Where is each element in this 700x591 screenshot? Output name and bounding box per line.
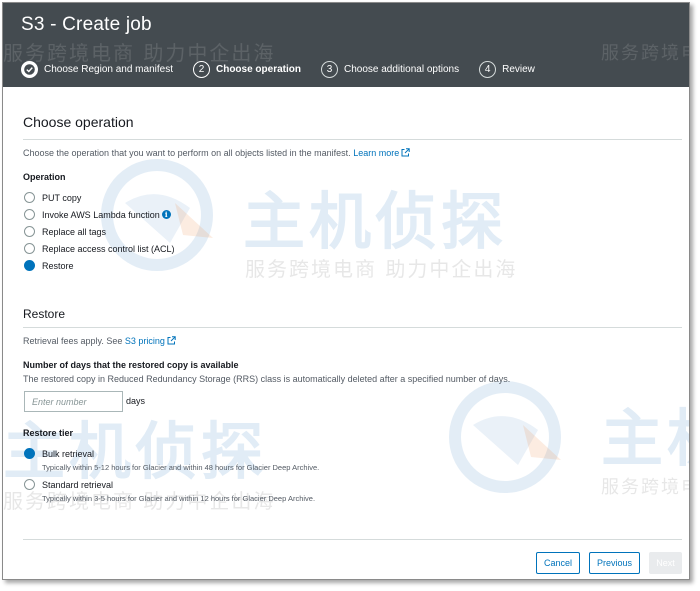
learn-more-link[interactable]: Learn more bbox=[353, 148, 410, 158]
retrieval-fees-text: Retrieval fees apply. See S3 pricing bbox=[23, 336, 176, 346]
cancel-button[interactable]: Cancel bbox=[536, 552, 580, 574]
radio-replace-acl[interactable]: Replace access control list (ACL) bbox=[24, 243, 175, 254]
external-link-icon bbox=[167, 336, 176, 345]
radio-bulk-retrieval[interactable]: Bulk retrieval bbox=[24, 448, 94, 459]
radio-standard-retrieval[interactable]: Standard retrieval bbox=[24, 479, 113, 490]
radio-button[interactable] bbox=[24, 226, 35, 237]
step-additional-options[interactable]: 3 Choose additional options bbox=[321, 60, 460, 78]
next-button[interactable]: Next bbox=[649, 552, 682, 574]
radio-button[interactable] bbox=[24, 243, 35, 254]
watermark-logo-icon bbox=[443, 375, 573, 505]
step-label: Review bbox=[502, 63, 535, 75]
radio-button-selected[interactable] bbox=[24, 260, 35, 271]
radio-button[interactable] bbox=[24, 479, 35, 490]
divider bbox=[23, 139, 682, 140]
radio-button-selected[interactable] bbox=[24, 448, 35, 459]
restore-tier-label: Restore tier bbox=[23, 428, 74, 438]
watermark-slogan: 服务跨境电商 助力中企出海 bbox=[601, 43, 689, 64]
section-title-restore: Restore bbox=[23, 307, 66, 321]
days-unit: days bbox=[126, 396, 146, 406]
external-link-icon bbox=[401, 148, 410, 157]
check-icon bbox=[21, 60, 38, 78]
radio-put-copy[interactable]: PUT copy bbox=[24, 192, 81, 203]
step-label: Choose additional options bbox=[344, 63, 460, 75]
step-choose-region[interactable]: Choose Region and manifest bbox=[21, 60, 173, 78]
info-icon[interactable]: i bbox=[161, 210, 171, 219]
operation-label: Operation bbox=[23, 172, 66, 182]
create-job-window: S3 - Create job Choose Region and manife… bbox=[2, 2, 690, 580]
previous-button[interactable]: Previous bbox=[589, 552, 640, 574]
step-review[interactable]: 4 Review bbox=[479, 60, 535, 78]
step-label: Choose Region and manifest bbox=[44, 63, 173, 75]
days-input[interactable] bbox=[24, 391, 123, 412]
step-number: 2 bbox=[192, 60, 210, 78]
radio-button[interactable] bbox=[24, 209, 35, 220]
watermark-slogan: 服务跨境电商 助力中企出海 bbox=[245, 257, 518, 281]
divider bbox=[23, 327, 682, 328]
radio-replace-tags[interactable]: Replace all tags bbox=[24, 226, 106, 237]
radio-invoke-lambda[interactable]: Invoke AWS Lambda function i bbox=[24, 209, 171, 220]
section-title-choose-operation: Choose operation bbox=[23, 114, 134, 130]
days-description: The restored copy in Reduced Redundancy … bbox=[23, 374, 511, 384]
page-title: S3 - Create job bbox=[21, 14, 152, 35]
footer-divider bbox=[23, 539, 682, 540]
days-label: Number of days that the restored copy is… bbox=[23, 360, 239, 370]
wizard-steps: Choose Region and manifest 2 Choose oper… bbox=[21, 59, 555, 79]
radio-button[interactable] bbox=[24, 192, 35, 203]
watermark-slogan: 服务跨境电商 助力中企出海 bbox=[601, 477, 689, 498]
standard-retrieval-description: Typically within 3-5 hours for Glacier a… bbox=[42, 494, 316, 503]
watermark-brand: 主机侦探 bbox=[601, 402, 689, 475]
operation-description: Choose the operation that you want to pe… bbox=[23, 148, 410, 158]
page-header: S3 - Create job Choose Region and manife… bbox=[3, 3, 689, 87]
radio-restore[interactable]: Restore bbox=[24, 260, 74, 271]
watermark-brand: 主机侦探 bbox=[3, 415, 268, 488]
step-number: 3 bbox=[321, 60, 338, 78]
watermark-brand: 主机侦探 bbox=[243, 185, 508, 258]
step-label: Choose operation bbox=[215, 63, 301, 75]
bulk-retrieval-description: Typically within 5-12 hours for Glacier … bbox=[42, 463, 320, 472]
step-choose-operation[interactable]: 2 Choose operation bbox=[192, 60, 301, 78]
step-number: 4 bbox=[479, 60, 497, 78]
s3-pricing-link[interactable]: S3 pricing bbox=[125, 336, 176, 346]
